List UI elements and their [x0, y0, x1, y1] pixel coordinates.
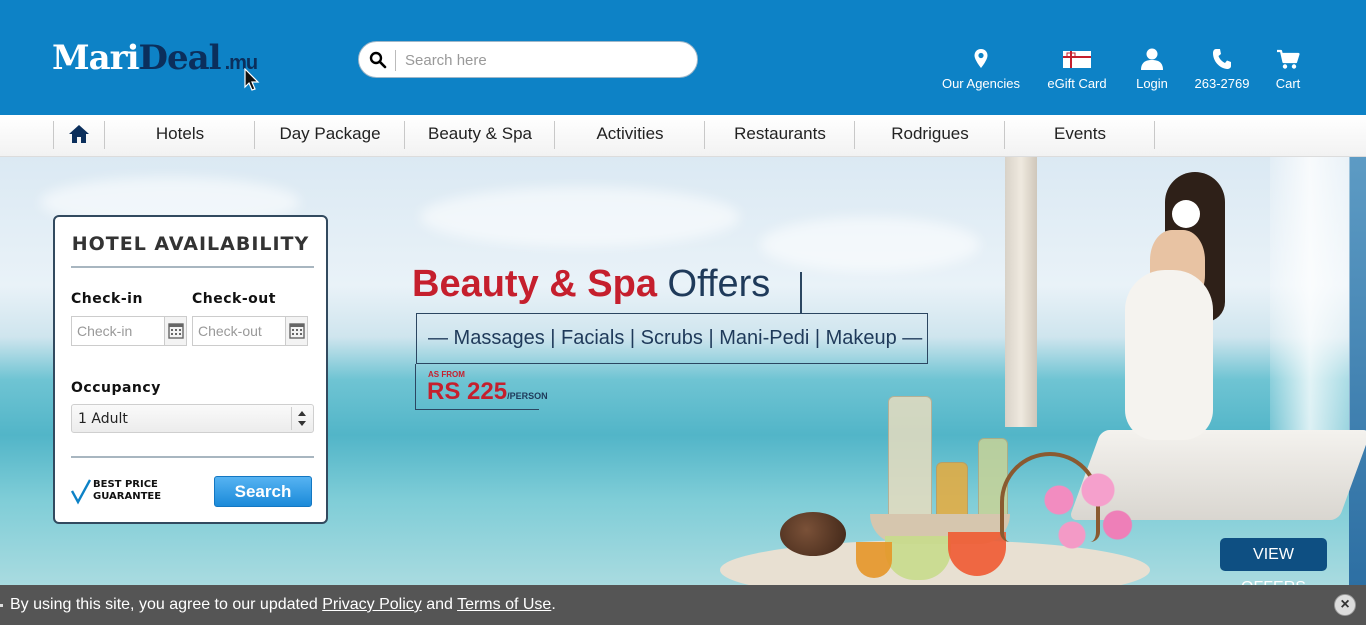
checkin-label: Check-in [71, 291, 143, 307]
login-link[interactable]: Login [1130, 48, 1174, 91]
main-nav: Hotels Day Package Beauty & Spa Activiti… [0, 115, 1366, 157]
best-price-guarantee: BEST PRICE GUARANTEE [93, 479, 162, 502]
cookie-text: By using this site, you agree to our upd… [10, 596, 556, 613]
close-icon[interactable]: × [1334, 594, 1356, 616]
cookie-banner: By using this site, you agree to our upd… [0, 585, 1366, 625]
search-input[interactable] [405, 50, 685, 71]
nav-item-rodrigues[interactable]: Rodrigues [855, 115, 1005, 155]
cart-icon [1277, 49, 1300, 69]
woman-towel [1125, 270, 1213, 440]
search-box[interactable] [358, 41, 698, 78]
occupancy-select[interactable]: 1 Adult [71, 404, 314, 433]
nav-item-events[interactable]: Events [1005, 115, 1155, 155]
egift-card-link[interactable]: eGift Card [1044, 48, 1110, 91]
hotel-availability-panel: HOTEL AVAILABILITY Check-in Check-out Oc… [53, 215, 328, 524]
nav-home[interactable] [55, 115, 103, 155]
terms-of-use-link[interactable]: Terms of Use [457, 596, 551, 613]
nav-item-beauty-spa[interactable]: Beauty & Spa [405, 115, 555, 155]
calendar-icon[interactable] [285, 317, 307, 345]
home-icon [69, 125, 89, 143]
cart-link[interactable]: Cart [1270, 48, 1306, 91]
gift-card-icon [1063, 51, 1091, 68]
our-agencies-link[interactable]: Our Agencies [940, 48, 1022, 91]
nav-item-activities[interactable]: Activities [555, 115, 705, 155]
hero-side-strip [1349, 157, 1366, 585]
checkout-input[interactable] [198, 323, 282, 339]
site-header: MariDeal.mu Our Agencies eGift Card [0, 0, 1366, 115]
search-icon[interactable] [369, 51, 387, 69]
checkout-field[interactable] [192, 316, 308, 346]
panel-title: HOTEL AVAILABILITY [71, 233, 310, 255]
nav-item-hotels[interactable]: Hotels [105, 115, 255, 155]
pavilion-pillar [1005, 157, 1037, 427]
map-pin-icon [974, 49, 988, 68]
nav-divider [53, 121, 54, 149]
cloud [760, 217, 980, 272]
panel-divider [71, 266, 314, 268]
oil-bottle [888, 396, 932, 526]
hero-services: — Massages | Facials | Scrubs | Mani-Ped… [428, 327, 923, 349]
nav-item-restaurants[interactable]: Restaurants [705, 115, 855, 155]
checkout-label: Check-out [192, 291, 276, 307]
hero-title: Beauty & Spa Offers [412, 263, 771, 305]
white-curtain [1270, 157, 1350, 457]
frame-line [800, 272, 802, 314]
search-separator [395, 50, 396, 71]
nav-item-day-package[interactable]: Day Package [255, 115, 405, 155]
occupancy-label: Occupancy [71, 380, 161, 396]
mouse-cursor-icon [244, 68, 260, 91]
phone-icon [1213, 49, 1231, 69]
checkmark-icon [71, 479, 91, 505]
panel-divider [71, 456, 314, 458]
view-offers-button[interactable]: VIEW OFFERS [1220, 538, 1327, 596]
phone-link[interactable]: 263-2769 [1191, 48, 1253, 91]
user-icon [1141, 48, 1163, 70]
pink-flowers [1020, 460, 1150, 560]
bullet [0, 604, 3, 607]
orange-bowl [856, 542, 892, 578]
coconut [780, 512, 846, 556]
privacy-policy-link[interactable]: Privacy Policy [322, 596, 422, 613]
hair-flower [1172, 200, 1200, 228]
checkin-input[interactable] [77, 323, 161, 339]
marideal-logo[interactable]: MariDeal .mu [52, 38, 258, 78]
availability-search-button[interactable]: Search [214, 476, 312, 507]
cloud [420, 187, 740, 247]
calendar-icon[interactable] [164, 317, 186, 345]
select-arrows-icon[interactable] [291, 407, 311, 430]
checkin-field[interactable] [71, 316, 187, 346]
nav-divider [1154, 121, 1155, 149]
hero-price: RS 225/PERSON [427, 378, 548, 405]
